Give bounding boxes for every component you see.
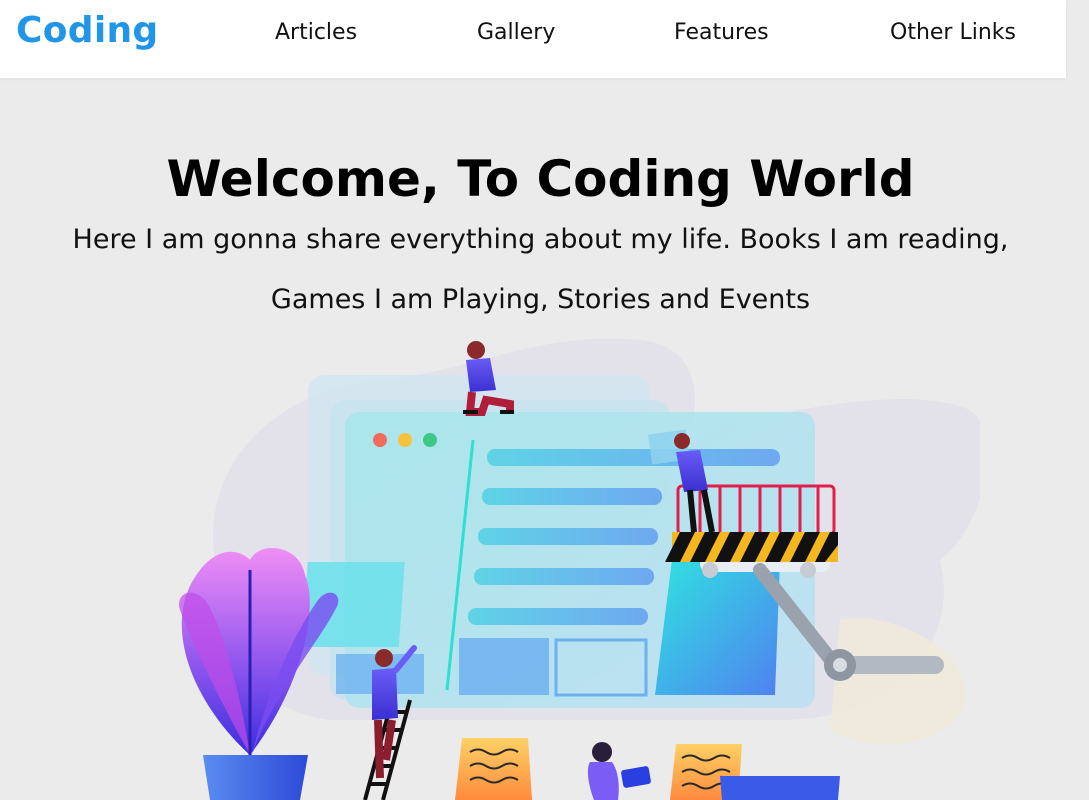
hero-title: Welcome, To Coding World — [166, 150, 915, 208]
nav-link-features[interactable]: Features — [674, 20, 769, 45]
navbar: Coding Articles Gallery Features Other L… — [0, 0, 1066, 78]
nav-link-gallery[interactable]: Gallery — [477, 20, 555, 45]
hero-subtitle-line-1: Here I am gonna share everything about m… — [72, 224, 1009, 255]
brand-logo[interactable]: Coding — [16, 10, 158, 51]
coding-illustration — [179, 338, 980, 800]
nav-link-other-links[interactable]: Other Links — [890, 20, 1016, 45]
nav-link-articles[interactable]: Articles — [275, 20, 357, 45]
hero-subtitle-line-2: Games I am Playing, Stories and Events — [270, 284, 811, 315]
